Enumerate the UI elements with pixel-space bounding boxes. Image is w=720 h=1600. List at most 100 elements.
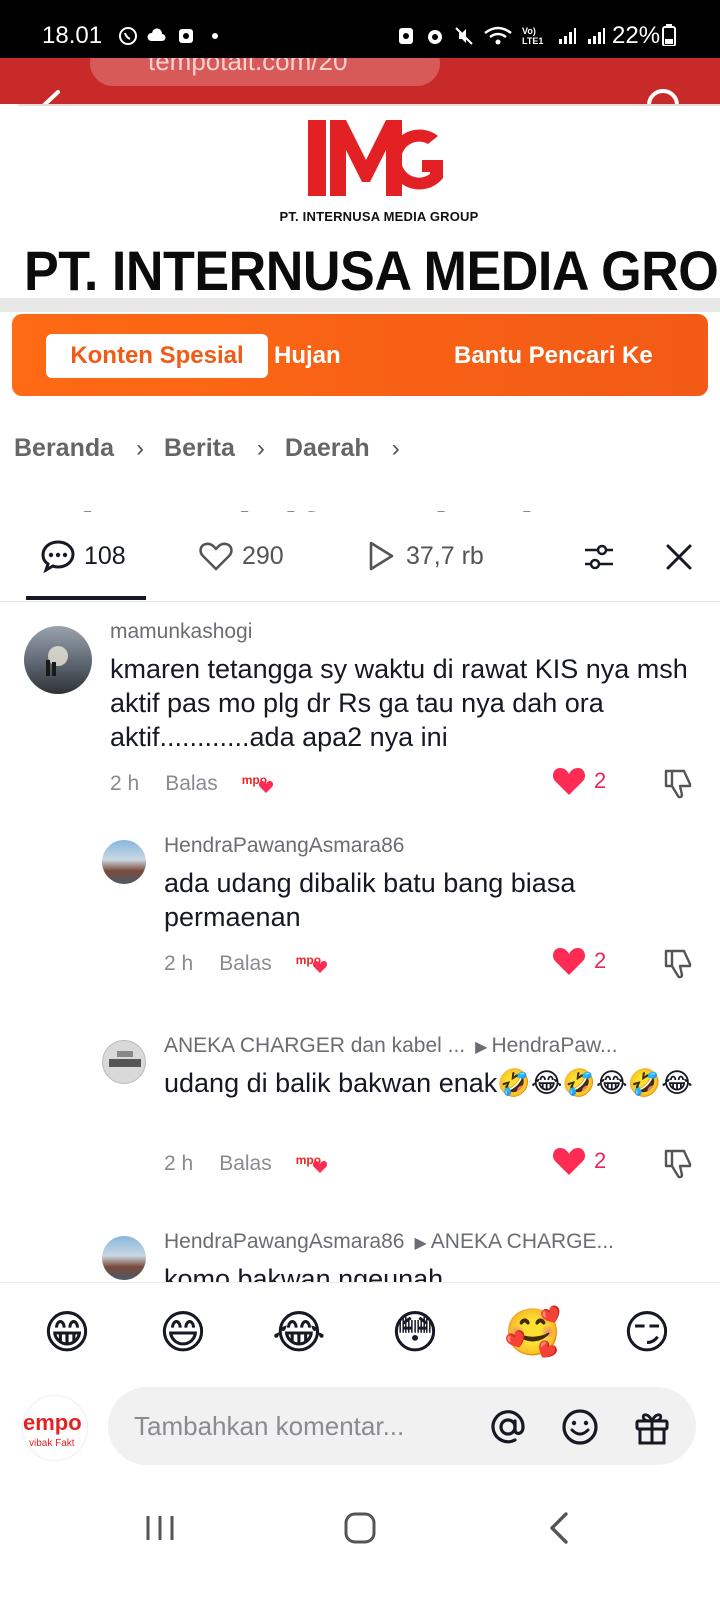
breadcrumb-home[interactable]: Beranda [14,434,114,463]
comment-username[interactable]: HendraPawangAsmara86 ▶ ANEKA CHARGE... [164,1230,614,1254]
status-time: 18.01 [42,22,103,49]
close-icon[interactable] [662,540,696,574]
img-logo [308,120,443,196]
heart-outline-icon [199,542,233,571]
reply-arrow-icon: ▶ [475,1039,488,1056]
avatar[interactable] [102,1236,146,1280]
creator-liked-badge: mpo [296,953,332,975]
comment-item: mamunkashogi kmaren tetangga sy waktu di… [0,610,720,810]
chevron-right-icon: › [136,434,145,462]
breadcrumb-daerah[interactable]: Daerah [285,434,370,463]
ticker-item[interactable]: Hujan [274,342,341,370]
whatsapp-icon [119,27,137,45]
creator-liked-badge: mpo [296,1153,332,1175]
special-content-label[interactable]: Konten Spesial [46,334,268,378]
comment-input[interactable] [108,1387,696,1465]
avatar[interactable] [24,626,92,694]
active-tab-indicator [26,596,146,600]
heart-icon [312,1161,327,1173]
battery-level: 22% [612,24,677,48]
tab-comments[interactable]: 108 [40,534,126,578]
mention-icon[interactable] [488,1407,528,1447]
tab-likes[interactable]: 290 [198,534,284,578]
company-name: PT. INTERNUSA MEDIA GROUP [24,239,720,302]
comment-like-button[interactable]: 2 [552,946,606,976]
comment-username[interactable]: mamunkashogi [110,620,252,644]
comment-text: udang di balik bakwan enak🤣😂🤣😂🤣😂 [164,1068,693,1098]
tab-views[interactable]: 37,7 rb [362,534,484,578]
heart-icon [312,961,327,973]
reply-arrow-icon: ▶ [414,1235,427,1252]
avatar[interactable] [102,1040,146,1084]
reply-item: HendraPawangAsmara86 ▶ ANEKA CHARGE... kom… [0,1220,720,1282]
home-icon[interactable] [340,1508,380,1548]
alarm-icon [428,30,442,44]
my-avatar: empo vibak Fakt [22,1395,88,1461]
recycle-icon [399,28,413,44]
emoji-picker-icon[interactable] [560,1407,600,1447]
system-icons: Vo) LTE1 [396,26,606,46]
status-bar: 18.01 Vo) LTE1 22% [0,0,720,58]
gift-icon[interactable] [632,1407,672,1447]
comment-time: 2 h [110,772,140,795]
heart-filled-icon [552,768,586,795]
battery-icon [662,24,677,47]
signal-icon [559,28,576,44]
comment-like-count: 2 [594,948,607,973]
reply-button[interactable]: Balas [219,952,272,976]
square-app-icon [179,29,193,43]
signal-icon [588,28,605,44]
system-nav-bar [0,1488,720,1600]
sheet-header: 108 290 37,7 rb [0,512,720,602]
banner-divider [0,298,720,312]
dot-icon [212,33,218,39]
creator-liked-badge: mpo [242,773,278,795]
comment-icon [41,540,75,574]
emoji-smile[interactable]: 😄 [156,1305,210,1359]
reply-button[interactable]: Balas [165,772,218,796]
emoji-smirk[interactable]: 😏 [620,1305,674,1359]
comment-like-button[interactable]: 2 [552,1146,606,1176]
comment-like-button[interactable]: 2 [552,766,606,796]
reply-button[interactable]: Balas [219,1152,272,1176]
heart-filled-icon [552,948,586,975]
comment-meta: 2 h Balas mpo [164,1152,332,1176]
chevron-right-icon: › [391,434,400,462]
cloud-icon [147,28,166,41]
quick-emoji-row: 😁 😄 😂 😳 🥰 😏 [0,1305,720,1369]
reply-item: HendraPawangAsmara86 ada udang dibalik b… [0,830,720,1010]
emoji-grin[interactable]: 😁 [40,1305,94,1359]
comments-sheet: 108 290 37,7 rb mamunkashogi kmaren teta… [0,512,720,1600]
breadcrumb: Beranda › Berita › Daerah › [14,434,420,463]
reply-to-username: HendraPaw... [491,1034,618,1057]
wifi-icon [484,26,512,45]
comment-username[interactable]: HendraPawangAsmara86 [164,834,404,858]
comment-time: 2 h [164,1152,194,1175]
thumbs-down-icon[interactable] [662,946,696,980]
comment-text: ada udang dibalik batu bang biasa permae… [164,868,576,932]
chevron-right-icon: › [256,434,265,462]
news-ticker[interactable]: Konten Spesial Hujan Bantu Pencari Ke [12,314,708,396]
avatar[interactable] [102,840,146,884]
comment-text: kmaren tetangga sy waktu di rawat KIS ny… [110,654,688,752]
comment-meta: 2 h Balas mpo [164,952,332,976]
back-icon[interactable] [540,1508,580,1548]
likes-count: 290 [242,541,284,570]
comment-like-count: 2 [594,1148,607,1173]
comment-username[interactable]: ANEKA CHARGER dan kabel ... ▶ HendraPaw... [164,1034,618,1058]
emoji-flushed[interactable]: 😳 [388,1305,442,1359]
thumbs-down-icon[interactable] [662,766,696,800]
logo-subtitle: PT. INTERNUSA MEDIA GROUP [279,209,479,224]
comment-like-count: 2 [594,768,607,793]
filter-icon[interactable] [582,540,616,574]
breadcrumb-berita[interactable]: Berita [164,434,235,463]
ticker-item[interactable]: Bantu Pencari Ke [454,342,664,370]
comment-input-row: empo vibak Fakt [0,1383,720,1469]
emoji-hearts[interactable]: 🥰 [504,1305,561,1359]
comment-meta: 2 h Balas mpo [110,772,278,796]
thumbs-down-icon[interactable] [662,1146,696,1180]
heart-icon [258,781,273,793]
emoji-tears-of-joy[interactable]: 😂 [272,1305,326,1359]
views-count: 37,7 rb [406,541,484,570]
recent-apps-icon[interactable] [140,1508,180,1548]
